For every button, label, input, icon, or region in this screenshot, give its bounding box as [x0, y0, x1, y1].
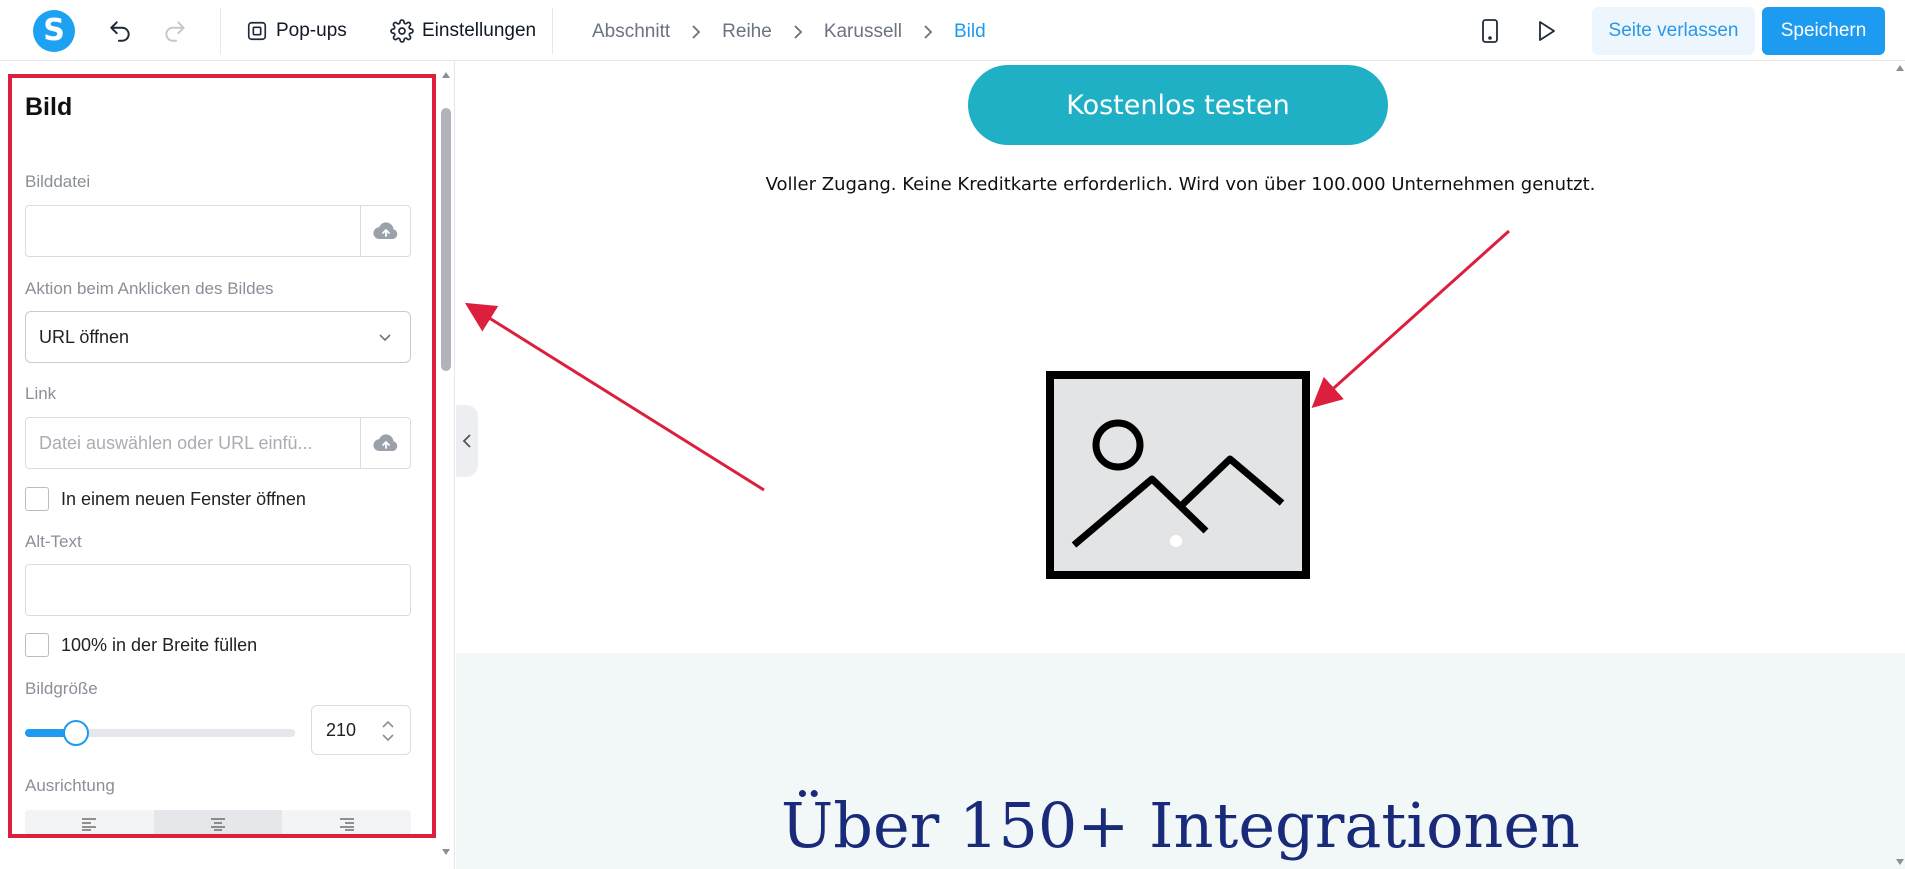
image-file-input[interactable]: [25, 205, 411, 257]
align-center-icon: [211, 818, 225, 831]
popups-button[interactable]: Pop-ups: [246, 14, 347, 48]
chevron-right-icon: [792, 24, 804, 40]
align-right-button[interactable]: [282, 810, 411, 838]
image-size-slider[interactable]: [25, 720, 295, 746]
image-size-value: 210: [326, 720, 357, 740]
save-button[interactable]: Speichern: [1762, 7, 1885, 55]
image-size-input[interactable]: 210: [311, 705, 411, 755]
cloud-upload-icon[interactable]: [360, 206, 410, 256]
canvas-scrollbar[interactable]: [1895, 61, 1905, 869]
align-left-icon: [82, 818, 97, 831]
align-center-button[interactable]: [153, 810, 283, 838]
chevron-right-icon: [690, 24, 702, 40]
page-canvas[interactable]: Kostenlos testen Voller Zugang. Keine Kr…: [456, 61, 1905, 869]
top-toolbar: S Pop-ups Einstellungen Abschnitt Reihe …: [0, 0, 1905, 61]
align-left-button[interactable]: [25, 810, 154, 838]
cta-subline: Voller Zugang. Keine Kreditkarte erforde…: [765, 174, 1596, 195]
settings-label: Einstellungen: [422, 20, 537, 41]
breadcrumb: Abschnitt Reihe Karussell Bild: [592, 18, 986, 46]
link-input[interactable]: Datei auswählen oder URL einfü...: [25, 417, 411, 469]
mobile-preview-icon[interactable]: [1476, 17, 1504, 45]
scroll-down-icon[interactable]: [441, 843, 451, 855]
app-logo[interactable]: S: [33, 10, 75, 52]
alt-text-input[interactable]: [25, 564, 411, 616]
alt-text-label: Alt-Text: [25, 532, 82, 551]
popup-icon: [247, 21, 267, 41]
breadcrumb-item-image[interactable]: Bild: [954, 21, 986, 43]
scroll-up-icon[interactable]: [441, 66, 451, 78]
integrations-heading: Über 150+ Integrationen: [781, 789, 1580, 862]
play-icon[interactable]: [1532, 17, 1560, 45]
full-width-label: 100% in der Breite füllen: [61, 634, 258, 655]
image-file-label: Bilddatei: [25, 172, 91, 191]
breadcrumb-item-row[interactable]: Reihe: [722, 21, 772, 43]
click-action-value: URL öffnen: [39, 327, 130, 347]
alignment-label: Ausrichtung: [25, 776, 115, 795]
new-window-label: In einem neuen Fenster öffnen: [61, 488, 306, 509]
breadcrumb-item-carousel[interactable]: Karussell: [824, 21, 902, 43]
redo-icon[interactable]: [161, 17, 189, 45]
gear-icon: [390, 19, 414, 43]
full-width-checkbox[interactable]: 100% in der Breite füllen: [25, 633, 257, 657]
stepper-arrows-icon[interactable]: [380, 716, 396, 746]
click-action-label: Aktion beim Anklicken des Bildes: [25, 279, 274, 298]
image-size-label: Bildgröße: [25, 679, 98, 698]
new-window-checkbox[interactable]: In einem neuen Fenster öffnen: [25, 487, 306, 511]
breadcrumb-item-section[interactable]: Abschnitt: [592, 21, 670, 43]
align-right-icon: [339, 818, 354, 831]
checkbox-box[interactable]: [25, 633, 49, 657]
checkbox-box[interactable]: [25, 487, 49, 511]
free-trial-button[interactable]: Kostenlos testen: [968, 65, 1388, 145]
toolbar-divider: [220, 8, 221, 54]
toolbar-divider: [552, 8, 553, 54]
cloud-upload-icon[interactable]: [360, 418, 410, 468]
panel-title: Bild: [25, 93, 73, 121]
panel-scrollbar-thumb[interactable]: [441, 108, 451, 371]
leave-page-button[interactable]: Seite verlassen: [1592, 7, 1755, 55]
collapse-panel-button[interactable]: [456, 405, 478, 477]
link-placeholder: Datei auswählen oder URL einfü...: [39, 433, 313, 453]
chevron-left-icon: [462, 434, 471, 448]
chevron-down-icon: [378, 330, 392, 348]
link-label: Link: [25, 384, 57, 403]
slider-handle[interactable]: [63, 720, 89, 746]
image-placeholder-icon[interactable]: [1046, 371, 1310, 584]
alignment-buttons: [25, 810, 411, 838]
click-action-select[interactable]: URL öffnen: [25, 311, 411, 363]
chevron-right-icon: [922, 24, 934, 40]
undo-icon[interactable]: [106, 17, 134, 45]
popups-label: Pop-ups: [276, 20, 347, 41]
settings-button[interactable]: Einstellungen: [390, 14, 536, 48]
